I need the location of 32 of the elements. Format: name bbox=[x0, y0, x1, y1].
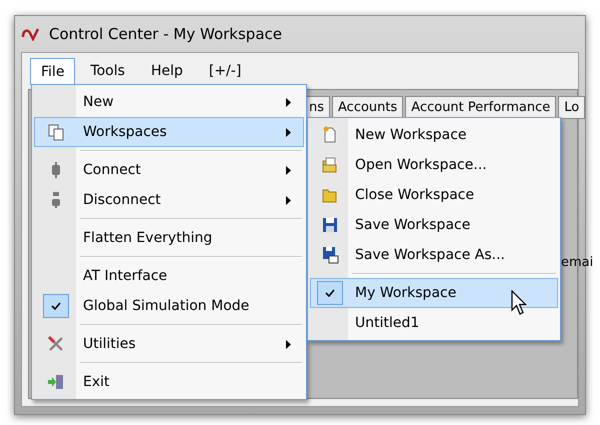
menu-item[interactable]: AT Interface bbox=[34, 261, 304, 291]
menu-item[interactable]: Workspaces bbox=[34, 117, 304, 147]
menu-item[interactable]: Close Workspace bbox=[310, 180, 558, 210]
menu-item[interactable]: New bbox=[34, 87, 304, 117]
app-logo-icon bbox=[21, 27, 41, 41]
exit-icon bbox=[47, 373, 65, 391]
menu-item[interactable]: New Workspace bbox=[310, 120, 558, 150]
floppy-disk-icon bbox=[321, 246, 339, 264]
menu-bar-item[interactable]: Tools bbox=[79, 58, 136, 85]
tab[interactable]: Account Performance bbox=[405, 96, 556, 119]
menu-bar-item[interactable]: File bbox=[30, 58, 76, 85]
window-title: Control Center - My Workspace bbox=[49, 24, 282, 45]
column-text: emai bbox=[561, 254, 594, 272]
menu-item[interactable]: Connect bbox=[34, 155, 304, 185]
tools-icon bbox=[47, 335, 65, 353]
menu-bar-item[interactable]: [+/-] bbox=[198, 58, 252, 85]
menu-item[interactable]: Disconnect bbox=[34, 185, 304, 215]
menu-item[interactable]: My Workspace bbox=[310, 278, 558, 308]
menu-item[interactable]: Open Workspace... bbox=[310, 150, 558, 180]
menu-item[interactable]: Flatten Everything bbox=[34, 223, 304, 253]
menu-item[interactable]: Untitled1 bbox=[310, 308, 558, 338]
open-folder-icon bbox=[321, 156, 339, 174]
menu-item[interactable]: Utilities bbox=[34, 329, 304, 359]
menu-bar-item[interactable]: Help bbox=[140, 58, 194, 85]
tab[interactable]: Accounts bbox=[332, 96, 404, 119]
mouse-cursor-icon bbox=[511, 290, 527, 316]
tab[interactable]: Lo bbox=[558, 96, 586, 119]
menu-item[interactable]: Save Workspace bbox=[310, 210, 558, 240]
menu-item[interactable]: Global Simulation Mode bbox=[34, 291, 304, 321]
menu-item[interactable]: Exit bbox=[34, 367, 304, 397]
pages-icon bbox=[47, 123, 65, 141]
menu-item[interactable]: Save Workspace As... bbox=[310, 240, 558, 270]
